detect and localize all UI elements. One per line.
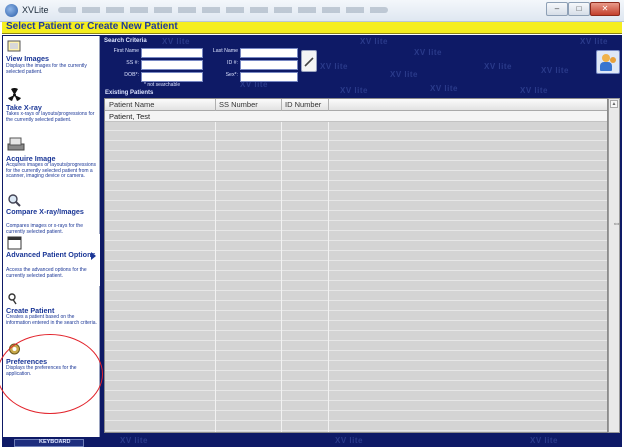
column-id-number[interactable]: ID Number (285, 100, 321, 109)
keyboard-label: KEYBOARD (39, 439, 71, 445)
window-icon (7, 236, 22, 250)
sidebar-item-acquire-image[interactable]: Acquire Image Acquires images or layouts… (3, 134, 100, 190)
sidebar-item-title: Advanced Patient Options (6, 250, 96, 259)
close-button[interactable]: ✕ (590, 2, 620, 16)
patient-name-cell: Patient, Test (109, 112, 151, 121)
watermark: XV lite (414, 48, 442, 57)
key-icon (8, 293, 17, 305)
page-header: Select Patient or Create New Patient (2, 21, 622, 34)
existing-patients-heading: Existing Patients (105, 90, 154, 96)
table-header: Patient Name SS Number ID Number (105, 99, 607, 111)
sidebar-item-take-xray[interactable]: Take X-ray Takes x-rays or layouts/progr… (3, 86, 100, 130)
highlight-circle (0, 334, 103, 414)
column-gridline (328, 111, 329, 432)
last-name-label: Last Name (212, 48, 238, 54)
sidebar-item-create-patient[interactable]: Create Patient Creates a patient based o… (3, 290, 100, 340)
table-body (105, 111, 607, 432)
user-icon (600, 62, 612, 71)
watermark: XV lite (340, 86, 368, 95)
app-window: XVLite – □ ✕ Select Patient or Create Ne… (0, 0, 624, 447)
watermark: XV lite (320, 62, 348, 71)
sidebar-item-advanced-options[interactable]: Advanced Patient Options Access the adva… (3, 234, 100, 286)
sidebar-item-description: Displays the images for the currently se… (6, 63, 87, 75)
keyboard-button[interactable]: KEYBOARD (14, 439, 84, 447)
sex-field[interactable] (240, 72, 298, 82)
user-icon (610, 57, 616, 63)
magnifier-icon (8, 194, 21, 207)
watermark: XV lite (430, 84, 458, 93)
search-criteria-panel: Search Criteria First Name SS #: DOB*: *… (104, 38, 324, 88)
dob-label: DOB*: (124, 72, 139, 78)
patients-table: Patient Name SS Number ID Number Patient… (104, 98, 608, 433)
id-field[interactable] (240, 60, 298, 70)
ss-label: SS #: (126, 60, 139, 66)
column-gridline (215, 111, 216, 432)
maximize-button[interactable]: □ (568, 2, 590, 16)
watermark: XV lite (530, 436, 558, 445)
sidebar: View Images Displays the images for the … (0, 36, 103, 437)
search-heading: Search Criteria (104, 38, 147, 44)
patients-button[interactable] (596, 50, 620, 74)
app-icon (5, 4, 18, 17)
sex-label: Sex*: (225, 72, 238, 78)
watermark: XV lite (360, 37, 388, 46)
scrollbar[interactable]: ▲ (608, 98, 620, 433)
sidebar-item-compare[interactable]: Compare X-ray/Images Compares images or … (3, 191, 100, 235)
window-title: XVLite (22, 5, 49, 15)
column-divider[interactable] (328, 99, 329, 111)
column-gridline (281, 111, 282, 432)
minimize-button[interactable]: – (546, 2, 568, 16)
chevron-right-icon (91, 252, 96, 260)
watermark: XV lite (120, 436, 148, 445)
column-ss-number[interactable]: SS Number (219, 100, 258, 109)
table-row[interactable]: Patient, Test (105, 111, 607, 122)
menu-bar[interactable] (58, 7, 388, 13)
watermark: XV lite (541, 66, 569, 75)
watermark: XV lite (484, 62, 512, 71)
sidebar-item-description: Access the advanced options for the curr… (6, 267, 87, 279)
not-searchable-note: * not searchable (144, 82, 181, 88)
ss-field[interactable] (141, 60, 203, 70)
pencil-icon (304, 57, 314, 67)
sidebar-item-title: View Images (6, 54, 50, 63)
images-icon (7, 40, 21, 52)
resize-cursor-icon: ⇔ (612, 218, 621, 228)
watermark: XV lite (520, 86, 548, 95)
last-name-field[interactable] (240, 48, 298, 58)
page-title: Select Patient or Create New Patient (6, 21, 178, 32)
user-icon (602, 54, 610, 62)
column-patient-name[interactable]: Patient Name (109, 100, 154, 109)
column-divider[interactable] (215, 99, 216, 111)
first-name-field[interactable] (141, 48, 203, 58)
sidebar-item-view-images[interactable]: View Images Displays the images for the … (3, 36, 100, 86)
scroll-up-icon[interactable]: ▲ (610, 100, 618, 108)
watermark: XV lite (580, 37, 608, 46)
sidebar-item-title: Compare X-ray/Images (6, 207, 84, 216)
title-bar: XVLite – □ ✕ (0, 0, 624, 22)
sidebar-item-description: Creates a patient based on the informati… (6, 314, 97, 326)
scanner-icon (7, 137, 25, 151)
first-name-label: First Name (113, 48, 139, 54)
dob-field[interactable] (141, 72, 203, 82)
sidebar-item-description: Takes x-rays or layouts/progressions for… (6, 111, 95, 123)
watermark: XV lite (335, 436, 363, 445)
sidebar-item-description: Acquires images or layouts/progressions … (6, 162, 97, 180)
radiation-icon (8, 88, 21, 101)
column-divider[interactable] (281, 99, 282, 111)
edit-button[interactable] (301, 50, 317, 72)
watermark: XV lite (390, 70, 418, 79)
id-label: ID #: (227, 60, 238, 66)
